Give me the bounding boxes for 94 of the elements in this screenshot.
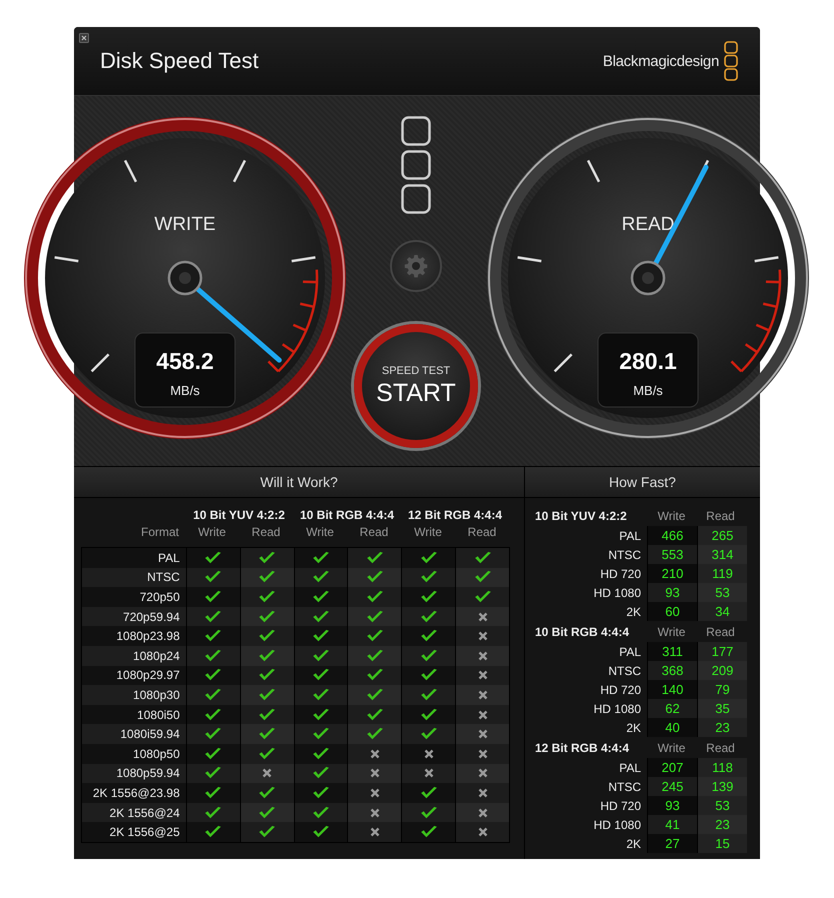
format-cell-text: 720p50 [138,590,181,604]
window-title: Disk Speed Test [100,48,260,74]
group-header: 10 Bit YUV 4:2:2 [535,508,628,522]
speed-cell: 265 [697,526,747,545]
format-cell-text: HD 1080 [592,702,642,716]
group-header: 12 Bit RGB 4:4:4 [406,508,504,522]
format-cell-text: 1080p29.97 [115,668,181,682]
speed-cell: 40 [647,718,697,737]
speed-cell: 35 [697,699,747,718]
speed-cell: 139 [697,777,747,796]
speed-cell: 311 [647,642,697,661]
format-cell-text: HD 720 [599,798,642,812]
format-cell-text: NTSC [607,548,642,562]
brand-name: Blackmagicdesign [602,52,719,70]
speed-cell: 27 [647,834,697,853]
format-cell-text: 1080p30 [132,688,181,702]
column-header: Write [413,525,443,539]
speed-cell: 53 [697,796,747,815]
column-header: Read [466,525,498,539]
format-cell-text: 1080i59.94 [119,727,181,742]
gauge-label: READ [622,214,674,235]
column-header: Write [305,525,335,539]
format-cell-text: NTSC [607,780,642,794]
speed-cell: 41 [647,815,697,834]
start-button[interactable]: SPEED TEST START [354,324,478,448]
speed-cell: 177 [697,642,747,661]
column-header: Format [140,525,180,539]
column-header: Write [656,624,686,638]
close-icon[interactable] [79,33,89,43]
speed-cell: 314 [697,545,747,564]
format-cell-text: HD 720 [599,682,642,696]
speed-cell: 140 [647,680,697,699]
speed-cell: 466 [647,526,697,545]
section-header: Will it Work? [74,467,524,498]
column-header: Read [358,525,390,539]
format-cell-text: 1080p50 [132,746,181,761]
speed-cell: 23 [697,815,747,834]
group-header: 10 Bit RGB 4:4:4 [298,508,396,522]
speed-cell: 245 [647,777,697,796]
column-header: Read [250,525,282,539]
group-header: 12 Bit RGB 4:4:4 [535,740,630,754]
format-cell-text: 2K 1556@23.98 [92,786,181,800]
section-header: How Fast? [525,467,760,498]
speed-unit: MB/s [170,383,200,398]
speed-cell: 23 [697,718,747,737]
column-header: Read [705,740,736,754]
speed-cell: 368 [647,661,697,680]
format-cell-text: HD 1080 [592,586,642,600]
speed-cell: 553 [647,545,697,564]
format-cell-text: NTSC [146,570,181,584]
format-cell-text: 1080p23.98 [115,629,181,644]
speed-cell: 62 [647,699,697,718]
column-header: Write [197,525,227,539]
format-cell-text: HD 720 [599,566,642,580]
speed-cell: 15 [697,834,747,853]
format-cell-text: 2K [625,720,642,734]
logo-icon [401,116,431,214]
speed-cell: 34 [697,602,747,621]
format-cell-text: NTSC [607,664,642,678]
column-header: Write [656,508,686,522]
speed-cell: 118 [697,758,747,777]
column-header: Read [705,508,736,522]
format-cell-text: HD 1080 [592,818,642,832]
format-cell-text: 1080i50 [136,708,181,722]
speed-unit: MB/s [633,383,663,398]
speed-value: 458.2 [156,348,214,374]
speed-cell: 79 [697,680,747,699]
logo-icon [724,41,738,81]
format-cell-text: PAL [618,644,642,658]
format-cell-text: 2K [625,604,642,618]
gauge-label: WRITE [154,214,216,235]
speed-cell: 119 [697,564,747,583]
speed-cell: 207 [647,758,697,777]
speed-cell: 93 [647,796,697,815]
speed-cell: 60 [647,602,697,621]
format-cell-text: 2K 1556@24 [108,806,181,820]
format-cell-text: 1080p24 [132,648,181,663]
speed-cell: 210 [647,564,697,583]
settings-icon [404,254,428,278]
column-header: Write [656,740,686,754]
speed-cell: 53 [697,583,747,602]
format-cell-text: 2K [625,836,642,850]
format-cell-text: 2K 1556@25 [108,825,181,840]
speed-cell: 209 [697,661,747,680]
format-cell-text: PAL [618,528,642,542]
format-cell-text: 1080p59.94 [115,766,181,780]
column-header: Read [705,624,736,638]
speed-cell: 93 [647,583,697,602]
group-header: 10 Bit YUV 4:2:2 [192,508,286,522]
format-cell-text: PAL [156,550,181,565]
format-cell-text: 720p59.94 [122,610,181,624]
speed-value: 280.1 [619,348,677,374]
group-header: 10 Bit RGB 4:4:4 [535,624,630,638]
format-cell-text: PAL [618,760,642,774]
